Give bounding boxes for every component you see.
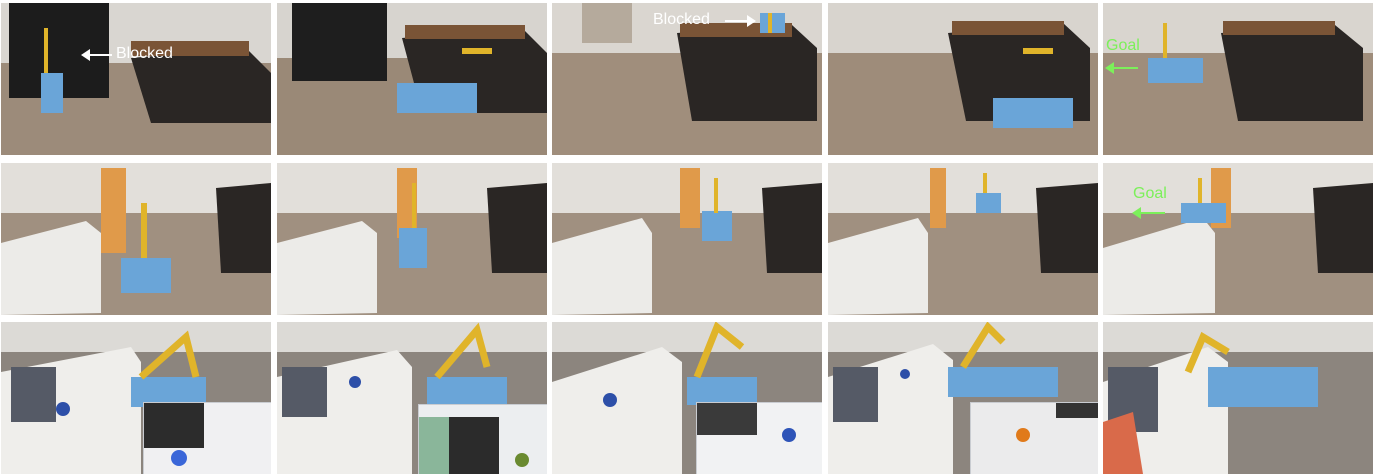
kitchen-scene-image (1103, 3, 1373, 155)
living-room-scene-image (277, 163, 547, 315)
row1-frame1 (1, 3, 271, 155)
row2-frame1 (1, 163, 271, 315)
kitchen-scene-image (277, 3, 547, 155)
kitchen-scene-image (1, 3, 271, 155)
row2-frame2 (277, 163, 547, 315)
living-room-scene-image (828, 163, 1098, 315)
row2-frame5 (1103, 163, 1373, 315)
row3-frame1 (1, 322, 271, 474)
camera-inset (696, 402, 822, 474)
living-room-scene-image (1, 163, 271, 315)
camera-inset (143, 402, 271, 474)
frame-grid: Blocked Blocked Goal Goal (0, 0, 1386, 476)
living-room-scene-image (1103, 163, 1373, 315)
row1-frame4 (828, 3, 1098, 155)
camera-inset (970, 402, 1098, 474)
kitchen-scene-image (828, 3, 1098, 155)
kitchen-scene-image (552, 3, 822, 155)
row1-frame3 (552, 3, 822, 155)
row3-frame2 (277, 322, 547, 474)
living-room-scene-image (552, 163, 822, 315)
row1-frame2 (277, 3, 547, 155)
row2-frame4 (828, 163, 1098, 315)
camera-inset (418, 404, 547, 474)
row3-frame3 (552, 322, 822, 474)
row1-frame5 (1103, 3, 1373, 155)
row3-frame5 (1103, 322, 1373, 474)
row2-frame3 (552, 163, 822, 315)
sofa-scene-image (1103, 322, 1373, 474)
row3-frame4 (828, 322, 1098, 474)
